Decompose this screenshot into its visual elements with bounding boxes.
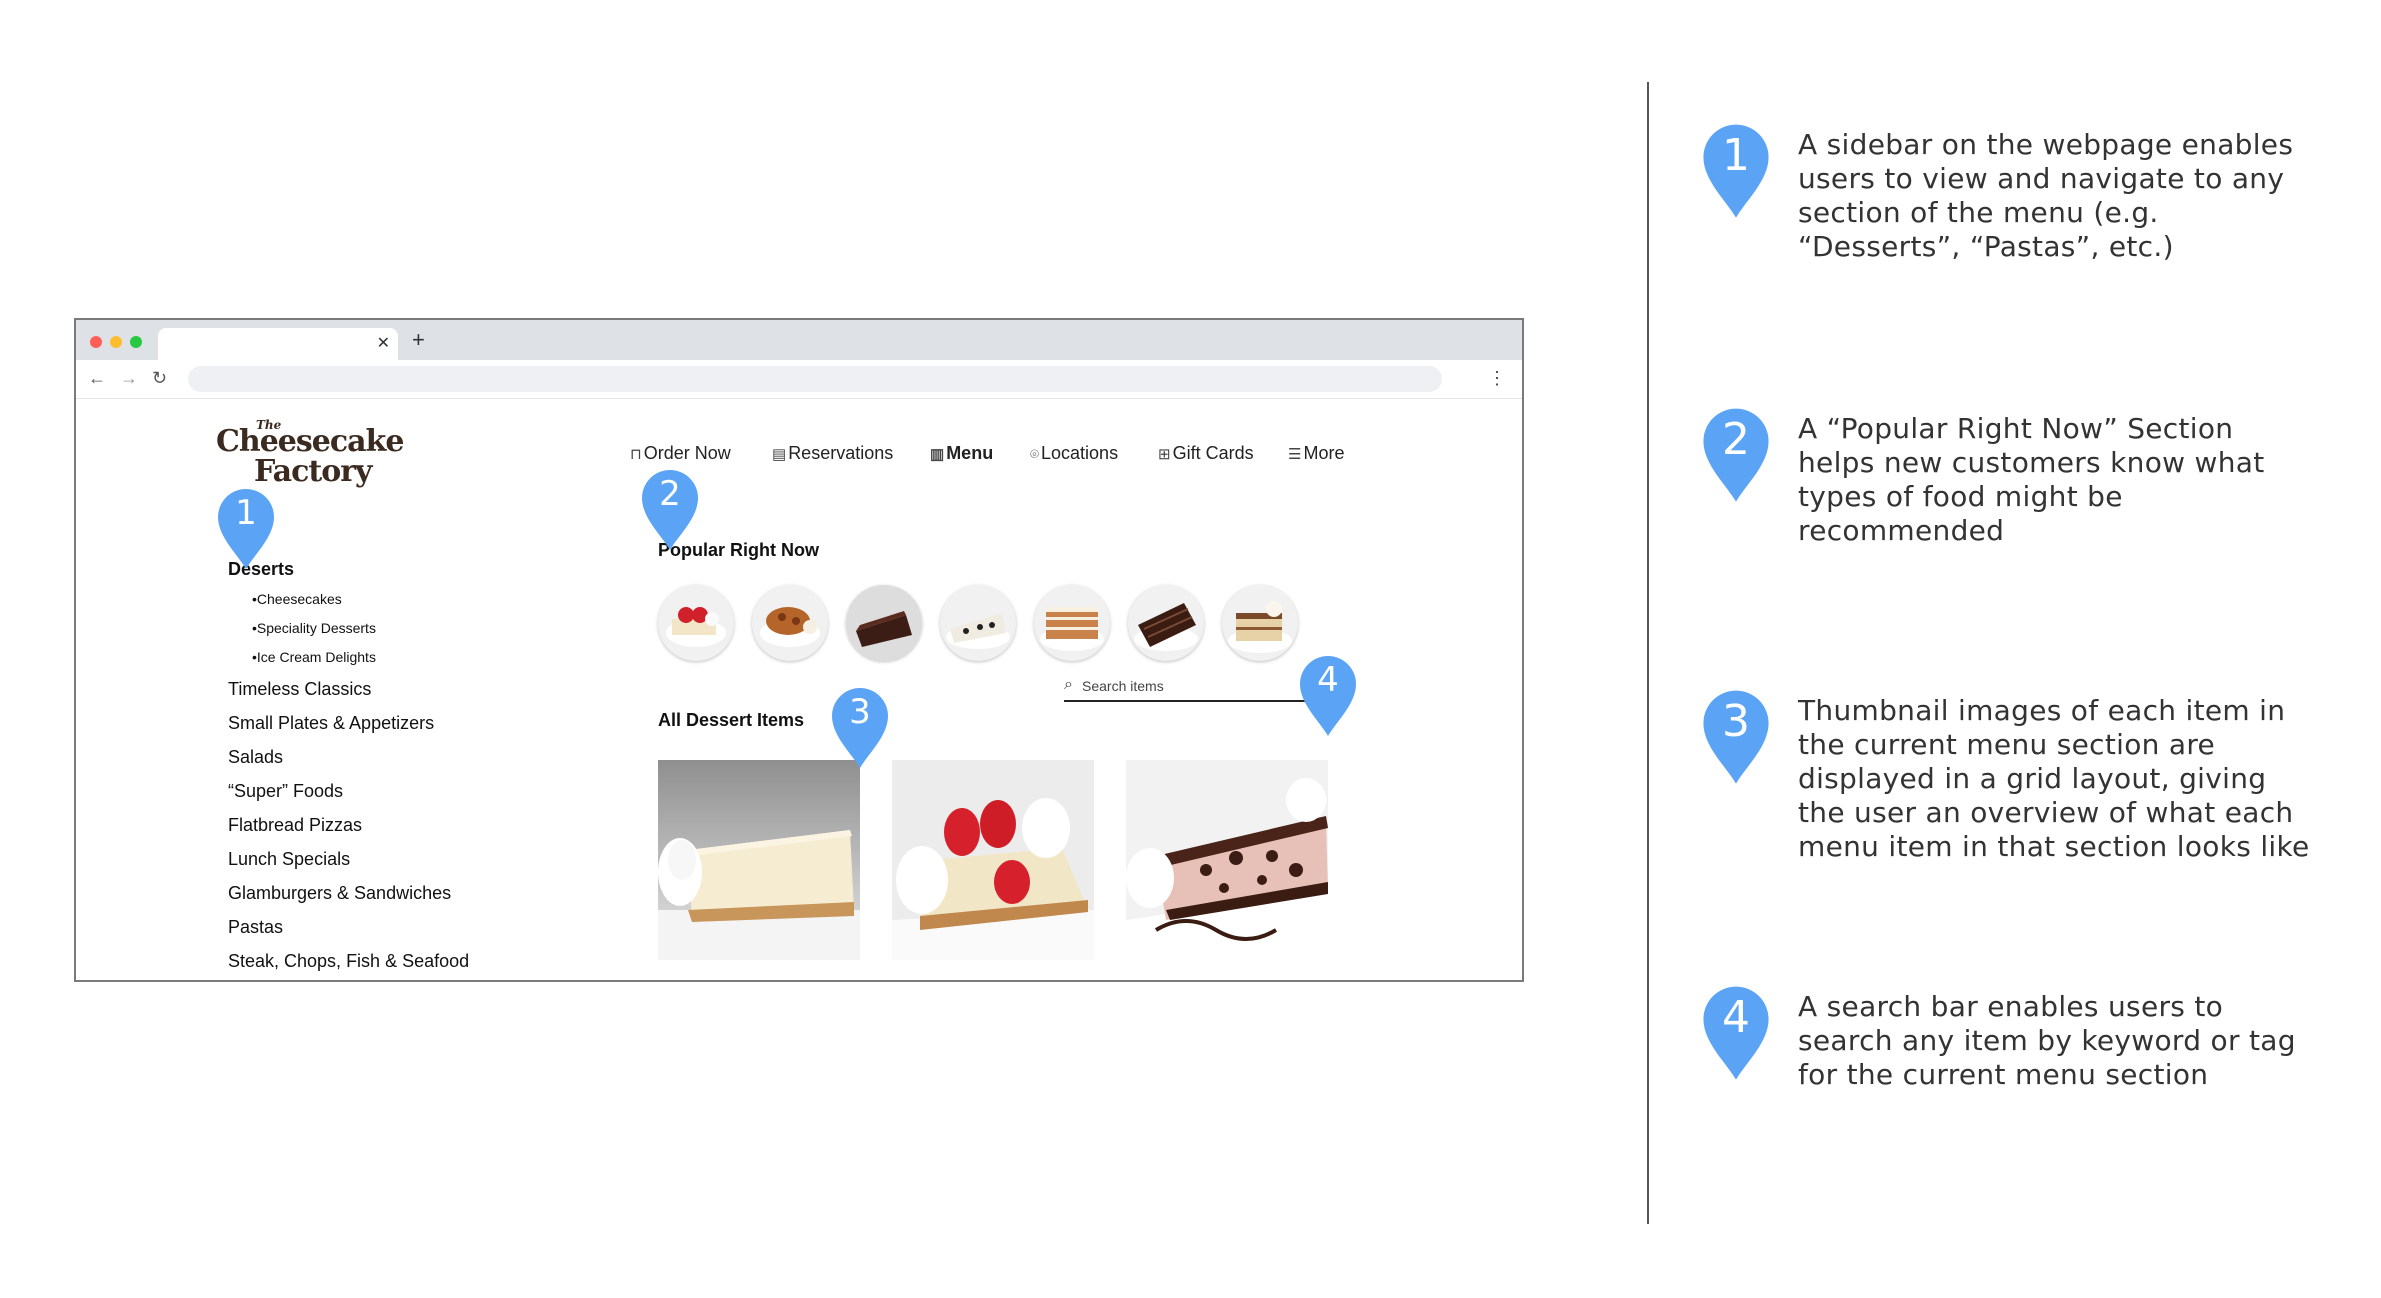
forward-arrow-icon[interactable]: →: [120, 366, 138, 390]
annotation-marker-1: 1: [1698, 120, 1774, 220]
sidebar-item-pastas[interactable]: Pastas: [228, 910, 508, 944]
annotation-marker-4: 4: [1698, 982, 1774, 1082]
nav-gift-cards[interactable]: ⊞ Gift Cards: [1158, 438, 1254, 468]
cheesecake-factory-logo[interactable]: The Cheesecake Factory: [216, 418, 404, 490]
address-bar: ← → ↻ ⋮: [76, 360, 1522, 399]
popular-item-cookies-cream-cake[interactable]: [940, 585, 1016, 661]
dessert-item-strawberry-cheesecake[interactable]: [892, 760, 1094, 960]
marker-4: 4: [1298, 652, 1358, 738]
bag-icon: ⊓: [630, 446, 642, 463]
calendar-icon: ▤: [772, 446, 787, 463]
nav-order-now[interactable]: ⊓ Order Now: [630, 438, 731, 468]
panel-divider: [1647, 82, 1649, 1224]
nav-menu[interactable]: ▥ Menu: [930, 438, 993, 468]
browser-window: ✕ + ← → ↻ ⋮ The Cheesecake Factory ⊓ Orde…: [74, 318, 1524, 982]
popular-item-crumble-dessert[interactable]: [752, 585, 828, 661]
marker-3: 3: [830, 684, 890, 770]
popular-item-carrot-cake[interactable]: [1034, 585, 1110, 661]
gift-icon: ⊞: [1158, 446, 1171, 463]
sidebar-item-small-plates[interactable]: Small Plates & Appetizers: [228, 706, 508, 740]
sidebar-item-lunch-specials[interactable]: Lunch Specials: [228, 842, 508, 876]
sidebar-item-super-foods[interactable]: “Super” Foods: [228, 774, 508, 808]
annotation-text-2: A “Popular Right Now” Section helps new …: [1798, 412, 2265, 547]
maximize-window-button[interactable]: [130, 336, 142, 348]
nav-reservations[interactable]: ▤ Reservations: [772, 438, 893, 468]
dessert-item-cookies-cream-cheesecake[interactable]: [1126, 760, 1328, 960]
back-arrow-icon[interactable]: ←: [88, 366, 106, 390]
sidebar-item-glamburgers[interactable]: Glamburgers & Sandwiches: [228, 876, 508, 910]
search-items-field[interactable]: ⌕ Search items: [1064, 674, 1328, 702]
search-placeholder: Search items: [1082, 678, 1164, 694]
popular-item-chocolate-cake[interactable]: [846, 585, 922, 661]
annotation-text-3: Thumbnail images of each item in the cur…: [1798, 694, 2310, 863]
minimize-window-button[interactable]: [110, 336, 122, 348]
close-window-button[interactable]: [90, 336, 102, 348]
annotation-marker-2: 2: [1698, 404, 1774, 504]
sidebar-item-timeless-classics[interactable]: Timeless Classics: [228, 672, 508, 706]
popular-item-strawberry-cheesecake[interactable]: [658, 585, 734, 661]
nav-more[interactable]: ☰ More: [1288, 438, 1344, 468]
dessert-item-original-cheesecake[interactable]: [658, 760, 860, 960]
menu-sidebar: Deserts •Cheesecakes •Speciality Dessert…: [228, 553, 508, 978]
sidebar-item-salads[interactable]: Salads: [228, 740, 508, 774]
sidebar-subitem-cheesecakes[interactable]: •Cheesecakes: [228, 585, 508, 614]
tab-bar: ✕ +: [76, 320, 1522, 360]
close-tab-icon[interactable]: ✕: [377, 334, 390, 354]
sidebar-item-flatbread-pizzas[interactable]: Flatbread Pizzas: [228, 808, 508, 842]
annotation-text-1: A sidebar on the webpage enables users t…: [1798, 128, 2294, 263]
book-icon: ▥: [930, 446, 945, 463]
sidebar-subitem-speciality-desserts[interactable]: •Speciality Desserts: [228, 614, 508, 643]
popular-item-chocolate-layer-cake[interactable]: [1128, 585, 1204, 661]
marker-2: 2: [640, 466, 700, 552]
browser-tab[interactable]: ✕: [158, 328, 398, 360]
reload-icon[interactable]: ↻: [152, 366, 167, 390]
annotation-marker-3: 3: [1698, 686, 1774, 786]
sidebar-item-steak-chops[interactable]: Steak, Chops, Fish & Seafood: [228, 944, 508, 978]
annotation-text-4: A search bar enables users to search any…: [1798, 990, 2296, 1091]
all-dessert-items-heading: All Dessert Items: [658, 710, 805, 730]
nav-locations[interactable]: ⌾ Locations: [1030, 438, 1118, 468]
marker-1: 1: [216, 485, 276, 571]
search-icon: ⌕: [1064, 676, 1073, 693]
hamburger-icon: ☰: [1288, 446, 1302, 463]
location-pin-icon: ⌾: [1030, 446, 1040, 463]
more-options-icon[interactable]: ⋮: [1488, 366, 1506, 390]
sidebar-subitem-ice-cream-delights[interactable]: •Ice Cream Delights: [228, 643, 508, 672]
url-input[interactable]: [188, 366, 1442, 392]
popular-item-tiramisu[interactable]: [1222, 585, 1298, 661]
new-tab-icon[interactable]: +: [412, 328, 425, 352]
